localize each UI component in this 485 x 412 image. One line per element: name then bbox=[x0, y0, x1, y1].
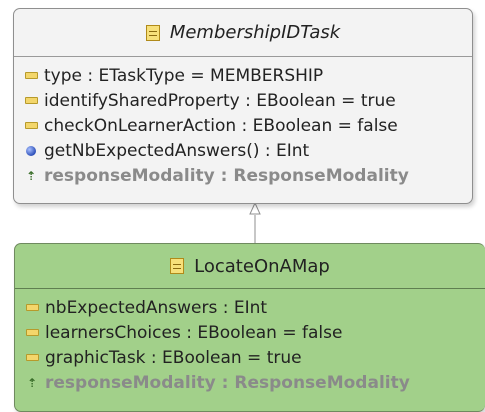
operation-icon bbox=[26, 145, 36, 156]
class-name: LocateOnAMap bbox=[194, 255, 330, 277]
attribute-label: type : ETaskType = MEMBERSHIP bbox=[44, 65, 324, 86]
eclass-icon bbox=[170, 258, 185, 274]
class-name: MembershipIDTask bbox=[169, 22, 341, 43]
class-header: MembershipIDTask bbox=[14, 9, 472, 57]
attribute-row[interactable]: nbExpectedAnswers : EInt bbox=[15, 295, 485, 320]
attribute-row[interactable]: type : ETaskType = MEMBERSHIP bbox=[14, 63, 472, 88]
attribute-label: checkOnLearnerAction : EBoolean = false bbox=[44, 115, 398, 136]
reference-label: responseModality : ResponseModality bbox=[45, 372, 410, 393]
reference-label: responseModality : ResponseModality bbox=[44, 165, 409, 186]
attribute-icon bbox=[25, 354, 39, 361]
attribute-row[interactable]: checkOnLearnerAction : EBoolean = false bbox=[14, 113, 472, 138]
attribute-icon bbox=[25, 304, 39, 311]
inheritance-arrowhead bbox=[249, 201, 261, 215]
attribute-icon bbox=[24, 122, 38, 129]
attribute-label: graphicTask : EBoolean = true bbox=[45, 347, 302, 368]
class-header: LocateOnAMap bbox=[15, 244, 485, 289]
eclass-icon bbox=[145, 24, 160, 41]
attribute-label: learnersChoices : EBoolean = false bbox=[45, 322, 343, 343]
attribute-row[interactable]: learnersChoices : EBoolean = false bbox=[15, 320, 485, 345]
attribute-row[interactable]: identifySharedProperty : EBoolean = true bbox=[14, 88, 472, 113]
operation-row[interactable]: getNbExpectedAnswers() : EInt bbox=[14, 138, 472, 163]
reference-row[interactable]: ⇡ responseModality : ResponseModality bbox=[14, 163, 472, 188]
class-box-locateonamap[interactable]: LocateOnAMap nbExpectedAnswers : EInt le… bbox=[14, 243, 485, 412]
operation-label: getNbExpectedAnswers() : EInt bbox=[44, 140, 310, 161]
attribute-icon bbox=[24, 72, 38, 79]
reference-row[interactable]: ⇡ responseModality : ResponseModality bbox=[15, 370, 485, 395]
attribute-label: identifySharedProperty : EBoolean = true bbox=[44, 90, 396, 111]
reference-icon: ⇡ bbox=[26, 375, 38, 390]
reference-icon: ⇡ bbox=[25, 168, 37, 183]
attribute-label: nbExpectedAnswers : EInt bbox=[45, 297, 268, 318]
attribute-row[interactable]: graphicTask : EBoolean = true bbox=[15, 345, 485, 370]
attribute-icon bbox=[24, 97, 38, 104]
attribute-icon bbox=[25, 329, 39, 336]
feature-list: nbExpectedAnswers : EInt learnersChoices… bbox=[15, 289, 485, 395]
class-box-membershipidtask[interactable]: MembershipIDTask type : ETaskType = MEMB… bbox=[13, 8, 473, 204]
feature-list: type : ETaskType = MEMBERSHIP identifySh… bbox=[14, 57, 472, 188]
